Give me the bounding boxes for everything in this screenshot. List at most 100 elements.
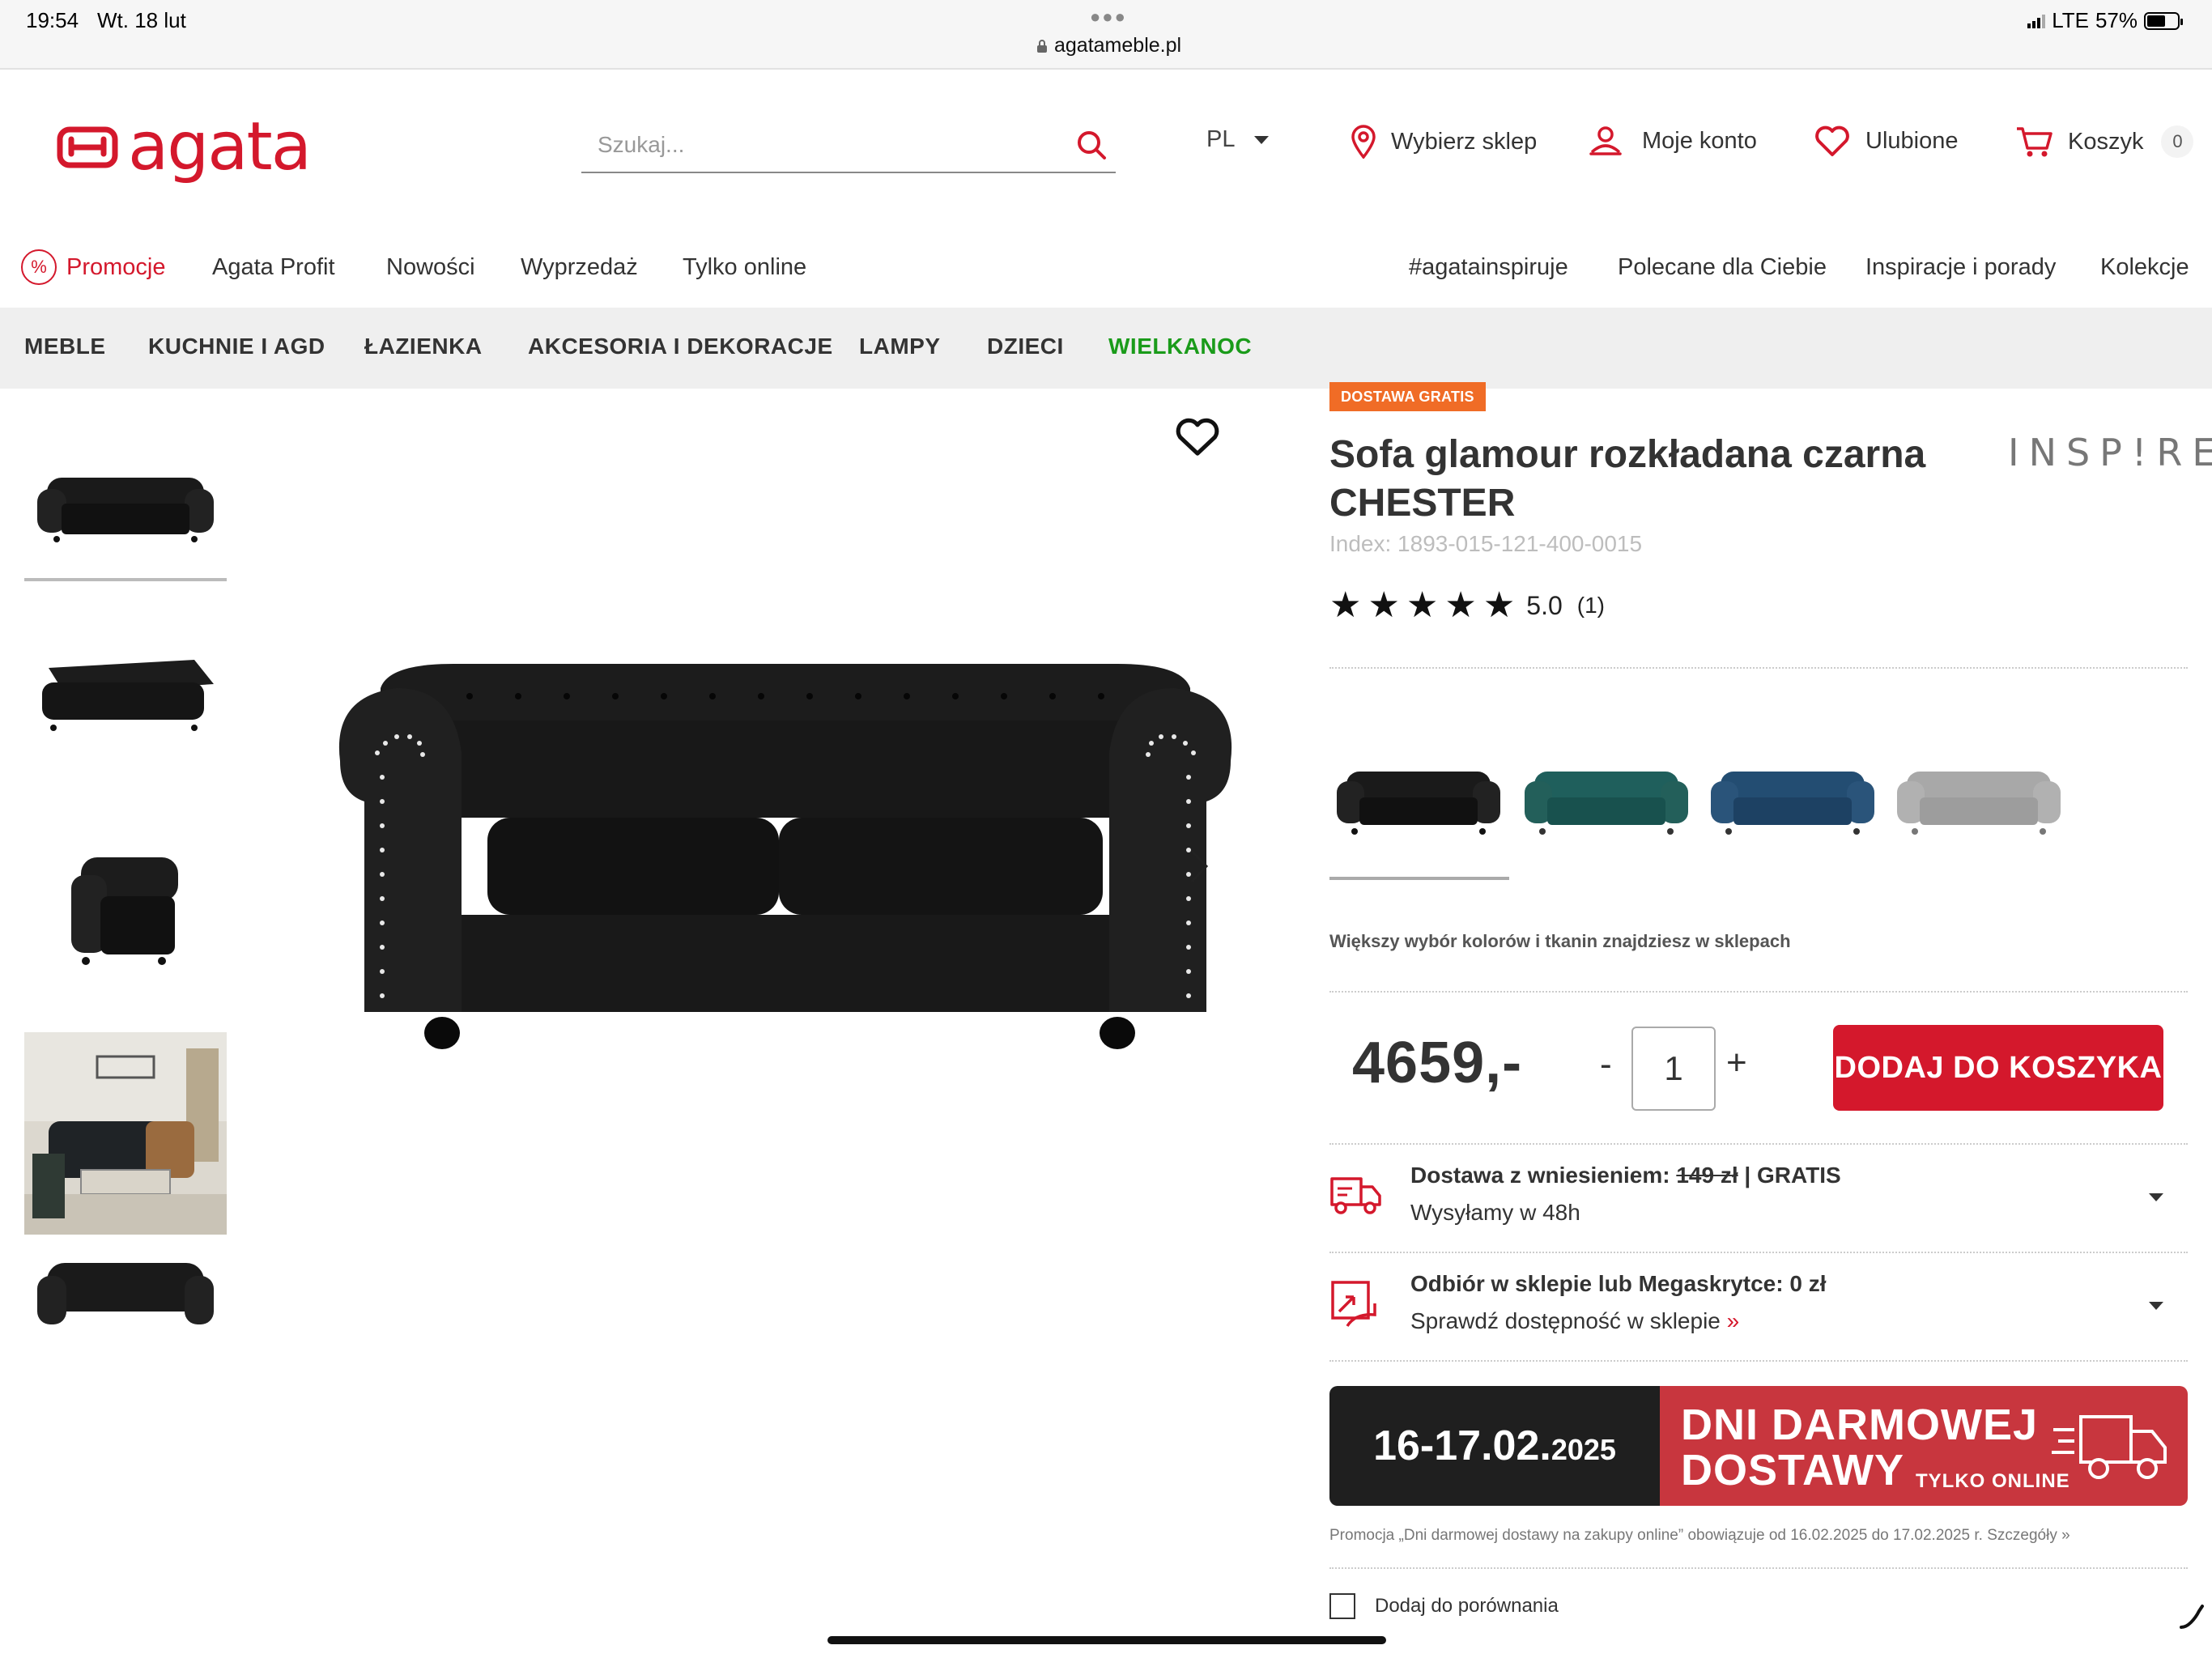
delivery-title: Dostawa z wniesieniem: 149 zł | GRATIS <box>1410 1163 1841 1188</box>
language-select[interactable]: PL <box>1206 126 1270 153</box>
nav-promocje[interactable]: Promocje <box>66 254 166 281</box>
delivery-free-label: | GRATIS <box>1744 1163 1841 1188</box>
chevron-down-icon[interactable] <box>2149 1193 2163 1201</box>
logo[interactable]: agata <box>55 108 312 185</box>
battery-icon <box>2144 11 2183 30</box>
delivery-truck-icon <box>1329 1172 1383 1220</box>
thumbnail-5[interactable] <box>24 1247 227 1352</box>
signal-icon <box>2027 14 2046 28</box>
compare-checkbox[interactable] <box>1329 1593 1355 1619</box>
lock-icon <box>1037 39 1047 53</box>
account-link[interactable]: Moje konto <box>1589 125 1757 157</box>
thumbnail-4-room[interactable] <box>24 1032 227 1235</box>
sofa-logo-icon <box>57 126 118 168</box>
nav-inspiracje[interactable]: Inspiracje i porady <box>1865 254 2056 281</box>
thumbnail-1[interactable] <box>24 405 227 607</box>
delivery-subtitle: Wysyłamy w 48h <box>1410 1200 1580 1225</box>
product-rating[interactable]: ★ ★ ★ ★ ★ 5.0 (1) <box>1329 588 1605 623</box>
phone-icon[interactable] <box>2178 1603 2206 1635</box>
rating-count: (1) <box>1576 593 1605 618</box>
category-lazienka[interactable]: ŁAZIENKA <box>364 334 483 359</box>
add-to-cart-button[interactable]: DODAJ DO KOSZYKA <box>1833 1025 2163 1111</box>
variant-active-indicator <box>1329 877 1509 880</box>
free-delivery-badge: DOSTAWA GRATIS <box>1329 382 1486 411</box>
category-wielkanoc[interactable]: WIELKANOC <box>1108 334 1252 359</box>
status-bar: 19:54 Wt. 18 lut ●●● agatameble.pl LTE 5… <box>0 0 2212 70</box>
wishlist-heart-icon[interactable] <box>1174 416 1221 462</box>
category-nav: MEBLE KUCHNIE I AGD ŁAZIENKA AKCESORIA I… <box>0 308 2212 389</box>
category-meble[interactable]: MEBLE <box>24 334 106 359</box>
divider <box>1329 991 2188 993</box>
divider <box>1329 667 2188 669</box>
more-dots-icon[interactable]: ●●● <box>1090 6 1127 28</box>
pickup-subtitle-text: Sprawdź dostępność w sklepie <box>1410 1308 1721 1333</box>
language-label: PL <box>1206 126 1236 152</box>
star-icon: ★ <box>1482 585 1516 625</box>
status-time: 19:54 <box>26 8 79 32</box>
favorites-link[interactable]: Ulubione <box>1814 125 1958 157</box>
banner-headline: DNI DARMOWEJ DOSTAWY TYLKO ONLINE <box>1660 1386 2188 1506</box>
nav-nowosci[interactable]: Nowości <box>386 254 475 281</box>
delivery-old-price: 149 zł <box>1676 1163 1738 1188</box>
quantity-input[interactable]: 1 <box>1631 1027 1716 1111</box>
thumbnail-strip <box>24 405 227 1352</box>
variant-blue[interactable] <box>1704 745 1882 858</box>
quantity-decrease-button[interactable]: - <box>1600 1044 1612 1085</box>
free-delivery-days-banner[interactable]: 16-17.02. 2025 DNI DARMOWEJ DOSTAWY TYLK… <box>1329 1386 2188 1506</box>
map-pin-icon <box>1351 125 1376 159</box>
thumbnail-2[interactable] <box>24 591 227 793</box>
pickup-title: Odbiór w sklepie lub Megaskrytce: 0 zł <box>1410 1271 1827 1296</box>
category-akcesoria[interactable]: AKCESORIA I DEKORACJE <box>528 334 833 359</box>
delivery-option[interactable]: Dostawa z wniesieniem: 149 zł | GRATIS W… <box>1329 1145 2188 1252</box>
nav-wyprzedaz[interactable]: Wyprzedaż <box>521 254 638 281</box>
network-label: LTE <box>2052 8 2089 32</box>
cart-icon <box>2017 127 2052 157</box>
logo-text: agata <box>128 108 312 185</box>
banner-line1: DNI DARMOWEJ <box>1681 1401 2038 1449</box>
divider <box>1329 1567 2188 1569</box>
search-input[interactable] <box>581 132 1067 158</box>
thumbnail-3[interactable] <box>24 806 227 1009</box>
category-kuchnie[interactable]: KUCHNIE I AGD <box>148 334 325 359</box>
store-locator-link[interactable]: Wybierz sklep <box>1351 125 1537 159</box>
promo-terms-note[interactable]: Promocja „Dni darmowej dostawy na zakupy… <box>1329 1527 2070 1545</box>
category-lampy[interactable]: LAMPY <box>859 334 941 359</box>
status-indicators: LTE 57% <box>2027 8 2183 33</box>
product-title: Sofa glamour rozkładana czarna CHESTER <box>1329 433 1926 525</box>
pickup-option[interactable]: Odbiór w sklepie lub Megaskrytce: 0 zł S… <box>1329 1253 2188 1360</box>
account-link-label: Moje konto <box>1642 127 1757 154</box>
cart-link[interactable]: Koszyk 0 <box>2014 125 2194 159</box>
compare-checkbox-row[interactable]: Dodaj do porównania <box>1329 1593 1559 1619</box>
search-icon[interactable] <box>1067 129 1116 161</box>
nav-tylko-online[interactable]: Tylko online <box>683 254 806 281</box>
site-header: agata PL Wybierz sklep Moje konto Ulubio… <box>0 70 2212 232</box>
variant-teal[interactable] <box>1517 745 1695 858</box>
quantity-increase-button[interactable]: + <box>1726 1043 1747 1083</box>
nav-polecane[interactable]: Polecane dla Ciebie <box>1618 254 1827 281</box>
banner-line2: DOSTAWY <box>1681 1446 1904 1494</box>
cart-link-label: Koszyk <box>2068 128 2144 155</box>
nav-kolekcje[interactable]: Kolekcje <box>2100 254 2189 281</box>
banner-line3: TYLKO ONLINE <box>1916 1470 2070 1492</box>
nav-agatainspiruje[interactable]: #agatainspiruje <box>1409 254 1568 281</box>
chevron-right-icon[interactable] <box>1187 846 1211 891</box>
banner-dates-text: 16-17.02. <box>1373 1422 1551 1469</box>
chevron-down-icon[interactable] <box>2149 1302 2163 1310</box>
category-dzieci[interactable]: DZIECI <box>987 334 1064 359</box>
compare-label: Dodaj do porównania <box>1375 1595 1559 1617</box>
favorites-link-label: Ulubione <box>1865 127 1959 154</box>
variant-black[interactable] <box>1329 745 1508 858</box>
star-icon: ★ <box>1368 585 1400 625</box>
percent-icon: % <box>21 249 57 285</box>
color-variants <box>1329 737 2061 882</box>
pickup-subtitle[interactable]: Sprawdź dostępność w sklepie » <box>1410 1308 1739 1334</box>
home-indicator[interactable] <box>827 1636 1386 1644</box>
product-main-image[interactable] <box>308 397 1263 1125</box>
address-bar[interactable]: agatameble.pl <box>1036 34 1181 57</box>
nav-agata-profit[interactable]: Agata Profit <box>212 254 335 281</box>
heart-icon <box>1815 125 1849 156</box>
star-icon: ★ <box>1444 585 1477 625</box>
variant-grey[interactable] <box>1890 745 2068 858</box>
pickup-arrow: » <box>1726 1308 1740 1333</box>
url-text: agatameble.pl <box>1054 34 1182 57</box>
